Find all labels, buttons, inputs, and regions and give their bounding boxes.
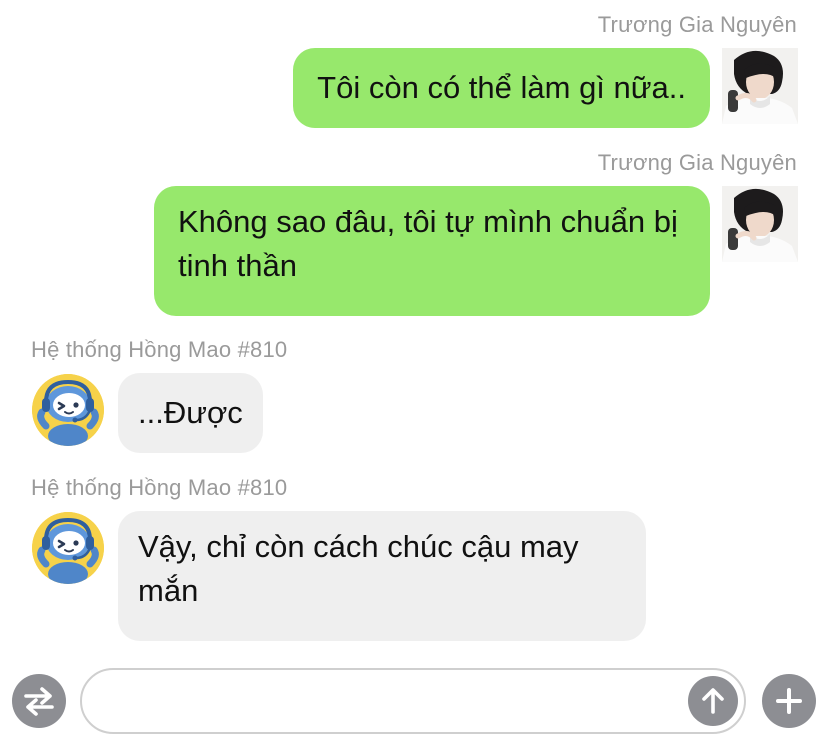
message-composer [0,660,828,745]
sender-name: Hệ thống Hồng Mao #810 [31,475,288,500]
sender-name: Trương Gia Nguyên [597,12,797,37]
incoming-message-bubble[interactable]: Vậy, chỉ còn cách chúc cậu may mắn [118,511,646,641]
send-button[interactable] [688,676,738,726]
robot-headset-avatar[interactable] [32,512,104,584]
user-photo-avatar[interactable] [722,186,798,262]
message-text: Tôi còn có thể làm gì nữa.. [317,70,686,105]
arrow-up-icon [702,688,724,714]
swap-button[interactable] [12,674,66,728]
message-text: ...Được [138,395,243,430]
swap-arrows-icon [24,687,54,716]
robot-headset-avatar[interactable] [32,374,104,446]
add-button[interactable] [762,674,816,728]
plus-icon [776,688,802,714]
message-thread: Trương Gia Nguyên Tôi còn có thể làm gì … [0,0,828,660]
user-photo-avatar[interactable] [722,48,798,124]
message-text: Không sao đâu, tôi tự mình chuẩn bị tinh… [178,204,678,283]
message-text: Vậy, chỉ còn cách chúc cậu may mắn [138,529,579,608]
sender-name: Hệ thống Hồng Mao #810 [31,337,288,362]
message-input[interactable] [80,668,746,734]
sender-name: Trương Gia Nguyên [597,150,797,175]
incoming-message-bubble[interactable]: ...Được [118,373,263,453]
outgoing-message-bubble[interactable]: Tôi còn có thể làm gì nữa.. [293,48,710,128]
outgoing-message-bubble[interactable]: Không sao đâu, tôi tự mình chuẩn bị tinh… [154,186,710,316]
